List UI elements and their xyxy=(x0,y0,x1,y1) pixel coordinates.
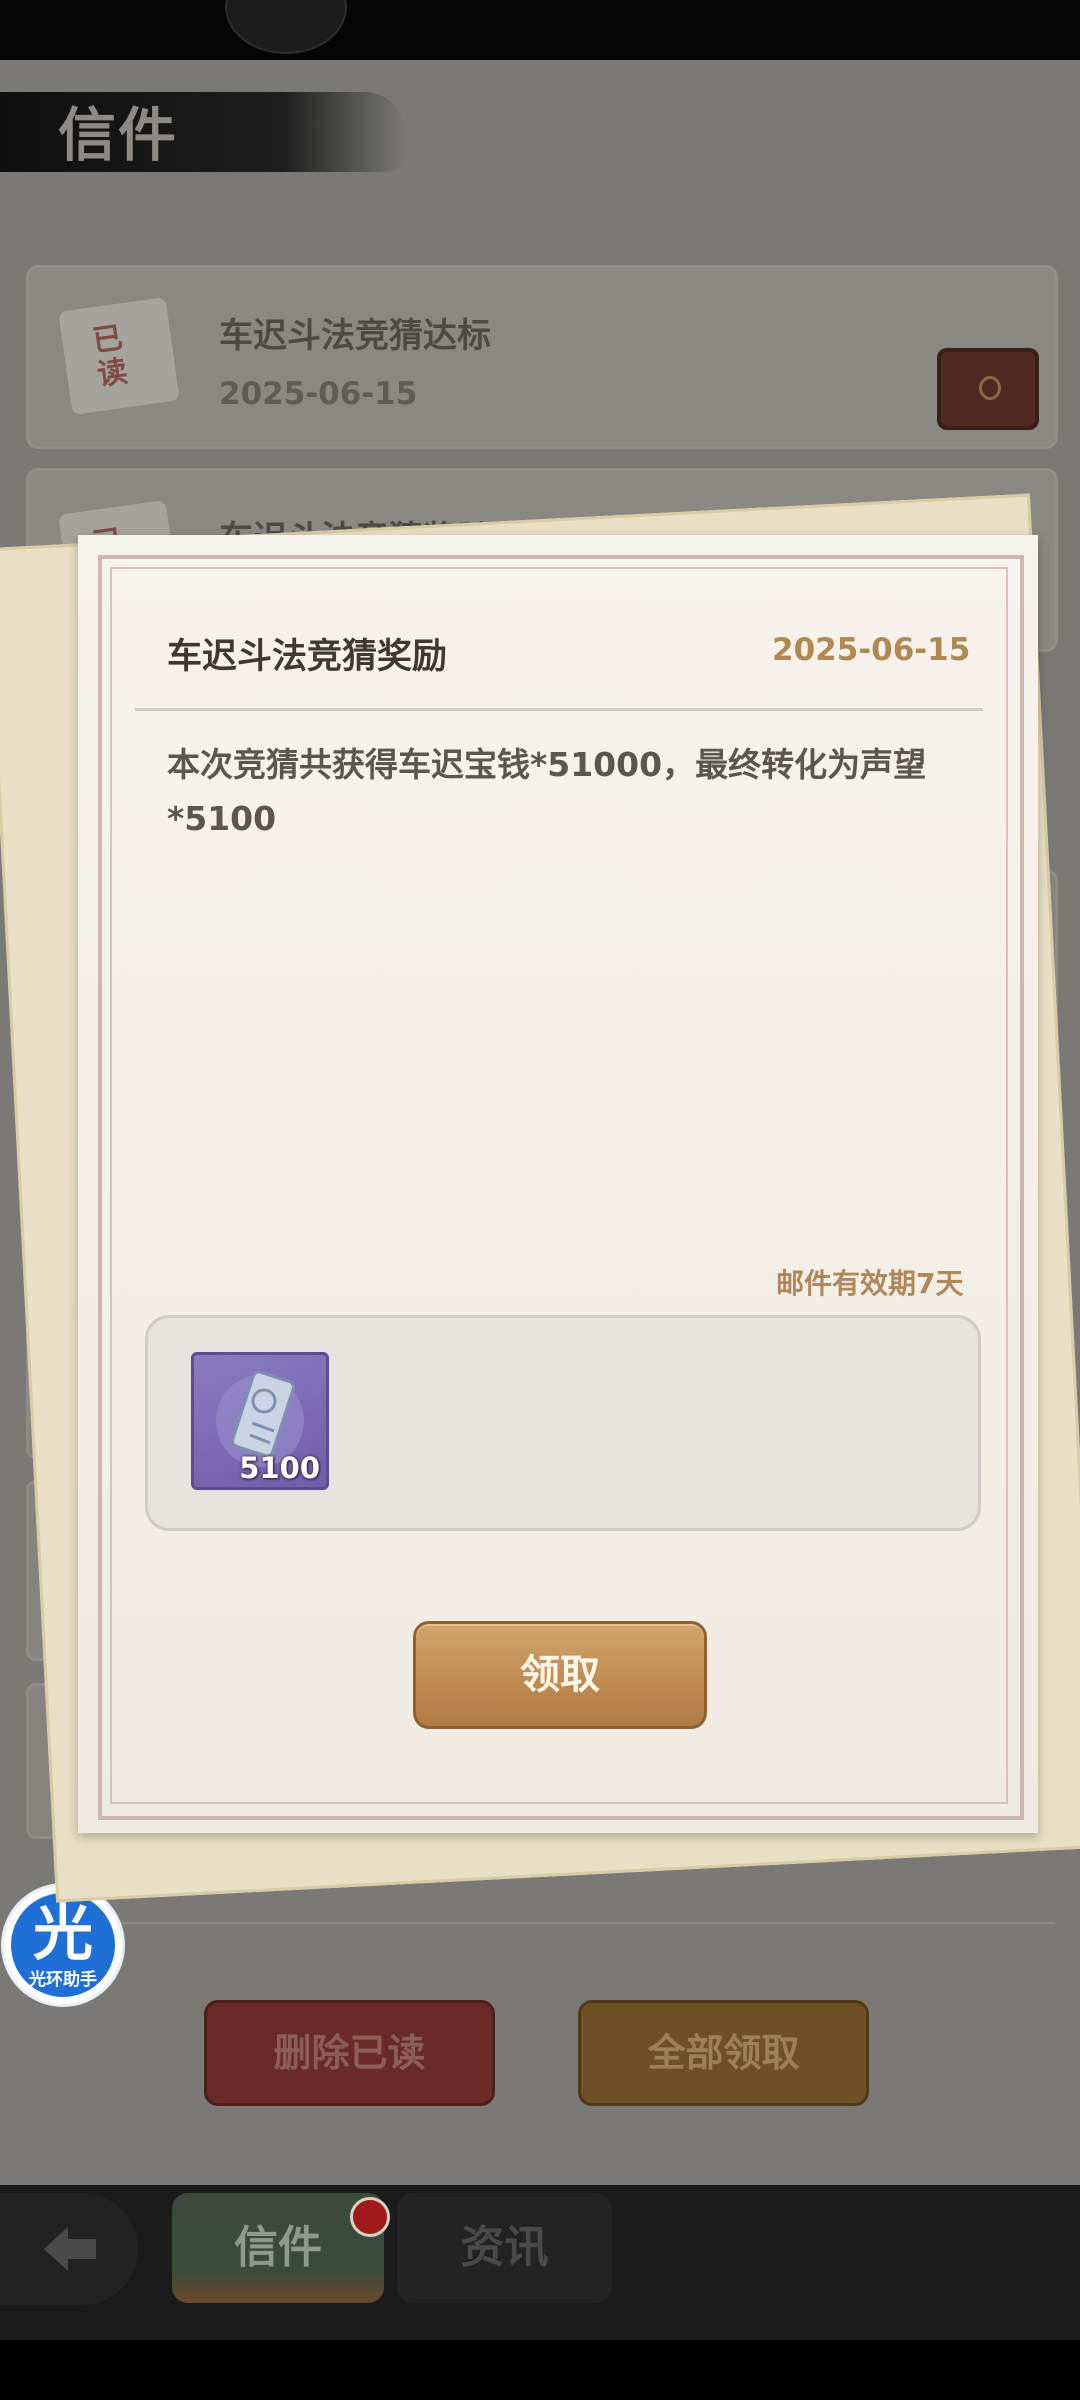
read-scroll-icon: 已读 xyxy=(58,296,180,416)
tab-news[interactable]: 资讯 xyxy=(397,2193,612,2303)
read-stamp: 已读 xyxy=(90,320,130,394)
mail-item-title: 车迟斗法竞猜达标 xyxy=(219,316,491,356)
top-bar xyxy=(0,0,1080,60)
floating-helper-button[interactable]: 光 光环助手 xyxy=(4,1886,122,2004)
gesture-bar-area xyxy=(0,2340,1080,2400)
divider xyxy=(75,1922,1055,1924)
back-button[interactable] xyxy=(0,2193,138,2305)
treasure-chest-icon xyxy=(937,348,1039,430)
letter-date: 2025-06-15 xyxy=(772,632,971,668)
page-title: 信件 xyxy=(58,101,179,169)
helper-label: 光环助手 xyxy=(11,1965,115,1990)
letter-divider xyxy=(135,708,983,711)
helper-logo-icon: 光 光环助手 xyxy=(11,1893,115,1997)
reward-quantity: 5100 xyxy=(239,1451,320,1485)
delete-read-button[interactable]: 删除已读 xyxy=(204,2000,495,2106)
notification-badge xyxy=(350,2197,390,2237)
reward-item[interactable]: 5100 xyxy=(191,1352,329,1490)
mail-item-date: 2025-06-15 xyxy=(219,376,418,412)
list-item[interactable]: 已读 车迟斗法竞猜达标 2025-06-15 xyxy=(26,265,1058,449)
back-arrow-icon xyxy=(44,2227,96,2271)
helper-glyph: 光 xyxy=(33,1899,93,1969)
letter-title: 车迟斗法竞猜奖励 xyxy=(167,637,448,677)
claim-button[interactable]: 领取 xyxy=(413,1621,707,1729)
letter-body: 本次竞猜共获得车迟宝钱*51000，最终转化为声望 *5100 xyxy=(167,745,927,838)
claim-all-button[interactable]: 全部领取 xyxy=(578,2000,869,2106)
expiry-note: 邮件有效期7天 xyxy=(776,1267,964,1300)
